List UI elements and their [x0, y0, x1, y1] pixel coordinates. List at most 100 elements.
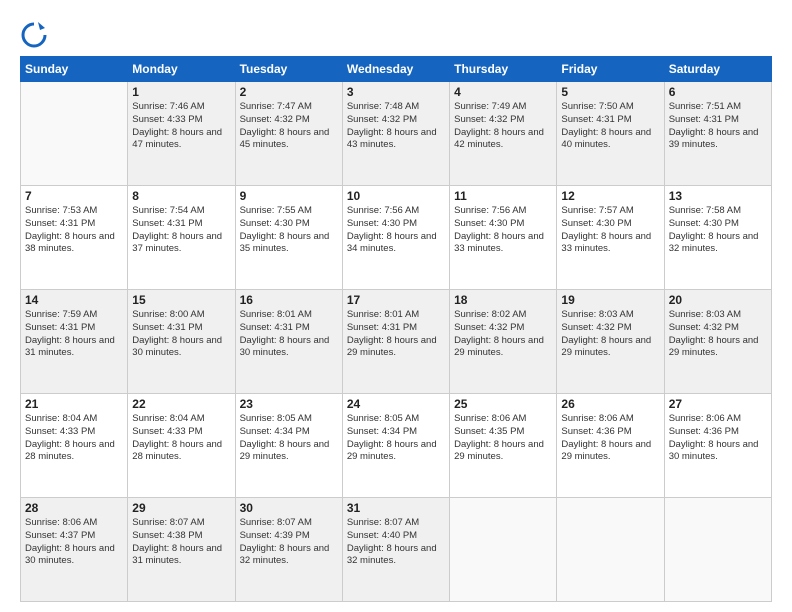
calendar-cell: 2 Sunrise: 7:47 AM Sunset: 4:32 PM Daylig…: [235, 82, 342, 186]
cell-content: Sunrise: 7:55 AM Sunset: 4:30 PM Dayligh…: [240, 205, 338, 256]
day-number: 27: [669, 397, 767, 411]
calendar-cell: 25 Sunrise: 8:06 AM Sunset: 4:35 PM Dayli…: [450, 394, 557, 498]
day-number: 13: [669, 189, 767, 203]
page: SundayMondayTuesdayWednesdayThursdayFrid…: [0, 0, 792, 612]
cell-content: Sunrise: 7:53 AM Sunset: 4:31 PM Dayligh…: [25, 205, 123, 256]
day-number: 21: [25, 397, 123, 411]
calendar-cell: 16 Sunrise: 8:01 AM Sunset: 4:31 PM Dayli…: [235, 290, 342, 394]
day-number: 26: [561, 397, 659, 411]
calendar-cell: 21Sunrise: 8:04 AM Sunset: 4:33 PM Dayli…: [21, 394, 128, 498]
day-number: 11: [454, 189, 552, 203]
calendar-cell: 3 Sunrise: 7:48 AM Sunset: 4:32 PM Daylig…: [342, 82, 449, 186]
calendar-cell: 23 Sunrise: 8:05 AM Sunset: 4:34 PM Dayli…: [235, 394, 342, 498]
cell-content: Sunrise: 7:56 AM Sunset: 4:30 PM Dayligh…: [347, 205, 445, 256]
cell-content: Sunrise: 7:51 AM Sunset: 4:31 PM Dayligh…: [669, 101, 767, 152]
calendar-cell: 18 Sunrise: 8:02 AM Sunset: 4:32 PM Dayli…: [450, 290, 557, 394]
day-number: 14: [25, 293, 123, 307]
day-number: 8: [132, 189, 230, 203]
cell-content: Sunrise: 8:04 AM Sunset: 4:33 PM Dayligh…: [132, 413, 230, 464]
day-number: 2: [240, 85, 338, 99]
day-number: 18: [454, 293, 552, 307]
cell-content: Sunrise: 8:06 AM Sunset: 4:35 PM Dayligh…: [454, 413, 552, 464]
cell-content: Sunrise: 8:01 AM Sunset: 4:31 PM Dayligh…: [240, 309, 338, 360]
cell-content: Sunrise: 7:50 AM Sunset: 4:31 PM Dayligh…: [561, 101, 659, 152]
calendar-cell: 24Sunrise: 8:05 AM Sunset: 4:34 PM Dayli…: [342, 394, 449, 498]
calendar-cell: 6 Sunrise: 7:51 AM Sunset: 4:31 PM Daylig…: [664, 82, 771, 186]
calendar-cell: 13 Sunrise: 7:58 AM Sunset: 4:30 PM Dayli…: [664, 186, 771, 290]
day-number: 19: [561, 293, 659, 307]
calendar-week-row: 28 Sunrise: 8:06 AM Sunset: 4:37 PM Dayli…: [21, 498, 772, 602]
weekday-header-sunday: Sunday: [21, 57, 128, 82]
cell-content: Sunrise: 7:57 AM Sunset: 4:30 PM Dayligh…: [561, 205, 659, 256]
day-number: 31: [347, 501, 445, 515]
cell-content: Sunrise: 8:01 AM Sunset: 4:31 PM Dayligh…: [347, 309, 445, 360]
calendar-cell: 28 Sunrise: 8:06 AM Sunset: 4:37 PM Dayli…: [21, 498, 128, 602]
weekday-header-saturday: Saturday: [664, 57, 771, 82]
logo-icon: [20, 20, 48, 48]
day-number: 10: [347, 189, 445, 203]
day-number: 28: [25, 501, 123, 515]
day-number: 6: [669, 85, 767, 99]
cell-content: Sunrise: 7:47 AM Sunset: 4:32 PM Dayligh…: [240, 101, 338, 152]
cell-content: Sunrise: 7:46 AM Sunset: 4:33 PM Dayligh…: [132, 101, 230, 152]
day-number: 25: [454, 397, 552, 411]
calendar-cell: 10 Sunrise: 7:56 AM Sunset: 4:30 PM Dayli…: [342, 186, 449, 290]
calendar-cell: [557, 498, 664, 602]
cell-content: Sunrise: 7:48 AM Sunset: 4:32 PM Dayligh…: [347, 101, 445, 152]
day-number: 30: [240, 501, 338, 515]
weekday-header-wednesday: Wednesday: [342, 57, 449, 82]
day-number: 24: [347, 397, 445, 411]
calendar-week-row: 7Sunrise: 7:53 AM Sunset: 4:31 PM Daylig…: [21, 186, 772, 290]
cell-content: Sunrise: 8:07 AM Sunset: 4:38 PM Dayligh…: [132, 517, 230, 568]
weekday-header-friday: Friday: [557, 57, 664, 82]
calendar-cell: 9 Sunrise: 7:55 AM Sunset: 4:30 PM Daylig…: [235, 186, 342, 290]
calendar-cell: 29 Sunrise: 8:07 AM Sunset: 4:38 PM Dayli…: [128, 498, 235, 602]
cell-content: Sunrise: 8:00 AM Sunset: 4:31 PM Dayligh…: [132, 309, 230, 360]
cell-content: Sunrise: 8:05 AM Sunset: 4:34 PM Dayligh…: [240, 413, 338, 464]
calendar-cell: 7Sunrise: 7:53 AM Sunset: 4:31 PM Daylig…: [21, 186, 128, 290]
cell-content: Sunrise: 7:56 AM Sunset: 4:30 PM Dayligh…: [454, 205, 552, 256]
calendar-cell: 1Sunrise: 7:46 AM Sunset: 4:33 PM Daylig…: [128, 82, 235, 186]
cell-content: Sunrise: 7:54 AM Sunset: 4:31 PM Dayligh…: [132, 205, 230, 256]
day-number: 3: [347, 85, 445, 99]
cell-content: Sunrise: 8:07 AM Sunset: 4:39 PM Dayligh…: [240, 517, 338, 568]
weekday-header-thursday: Thursday: [450, 57, 557, 82]
cell-content: Sunrise: 8:06 AM Sunset: 4:36 PM Dayligh…: [669, 413, 767, 464]
day-number: 22: [132, 397, 230, 411]
calendar-cell: 5 Sunrise: 7:50 AM Sunset: 4:31 PM Daylig…: [557, 82, 664, 186]
weekday-header-monday: Monday: [128, 57, 235, 82]
calendar-week-row: 14Sunrise: 7:59 AM Sunset: 4:31 PM Dayli…: [21, 290, 772, 394]
calendar-cell: 8 Sunrise: 7:54 AM Sunset: 4:31 PM Daylig…: [128, 186, 235, 290]
calendar-cell: 27 Sunrise: 8:06 AM Sunset: 4:36 PM Dayli…: [664, 394, 771, 498]
day-number: 17: [347, 293, 445, 307]
calendar-cell: 14Sunrise: 7:59 AM Sunset: 4:31 PM Dayli…: [21, 290, 128, 394]
calendar-cell: 17 Sunrise: 8:01 AM Sunset: 4:31 PM Dayli…: [342, 290, 449, 394]
calendar-cell: 22 Sunrise: 8:04 AM Sunset: 4:33 PM Dayli…: [128, 394, 235, 498]
calendar-cell: 15Sunrise: 8:00 AM Sunset: 4:31 PM Dayli…: [128, 290, 235, 394]
calendar-week-row: 1Sunrise: 7:46 AM Sunset: 4:33 PM Daylig…: [21, 82, 772, 186]
cell-content: Sunrise: 8:06 AM Sunset: 4:37 PM Dayligh…: [25, 517, 123, 568]
cell-content: Sunrise: 8:06 AM Sunset: 4:36 PM Dayligh…: [561, 413, 659, 464]
cell-content: Sunrise: 7:49 AM Sunset: 4:32 PM Dayligh…: [454, 101, 552, 152]
calendar-cell: 4 Sunrise: 7:49 AM Sunset: 4:32 PM Daylig…: [450, 82, 557, 186]
day-number: 29: [132, 501, 230, 515]
calendar-cell: [450, 498, 557, 602]
cell-content: Sunrise: 8:02 AM Sunset: 4:32 PM Dayligh…: [454, 309, 552, 360]
calendar-cell: 31 Sunrise: 8:07 AM Sunset: 4:40 PM Dayli…: [342, 498, 449, 602]
day-number: 23: [240, 397, 338, 411]
cell-content: Sunrise: 8:03 AM Sunset: 4:32 PM Dayligh…: [669, 309, 767, 360]
logo: [20, 20, 52, 48]
day-number: 4: [454, 85, 552, 99]
calendar-cell: 30 Sunrise: 8:07 AM Sunset: 4:39 PM Dayli…: [235, 498, 342, 602]
day-number: 9: [240, 189, 338, 203]
header: [20, 16, 772, 48]
day-number: 16: [240, 293, 338, 307]
day-number: 5: [561, 85, 659, 99]
weekday-header-row: SundayMondayTuesdayWednesdayThursdayFrid…: [21, 57, 772, 82]
calendar-cell: 26 Sunrise: 8:06 AM Sunset: 4:36 PM Dayli…: [557, 394, 664, 498]
day-number: 20: [669, 293, 767, 307]
calendar-cell: 20 Sunrise: 8:03 AM Sunset: 4:32 PM Dayli…: [664, 290, 771, 394]
calendar-cell: 11 Sunrise: 7:56 AM Sunset: 4:30 PM Dayli…: [450, 186, 557, 290]
cell-content: Sunrise: 8:07 AM Sunset: 4:40 PM Dayligh…: [347, 517, 445, 568]
cell-content: Sunrise: 7:58 AM Sunset: 4:30 PM Dayligh…: [669, 205, 767, 256]
